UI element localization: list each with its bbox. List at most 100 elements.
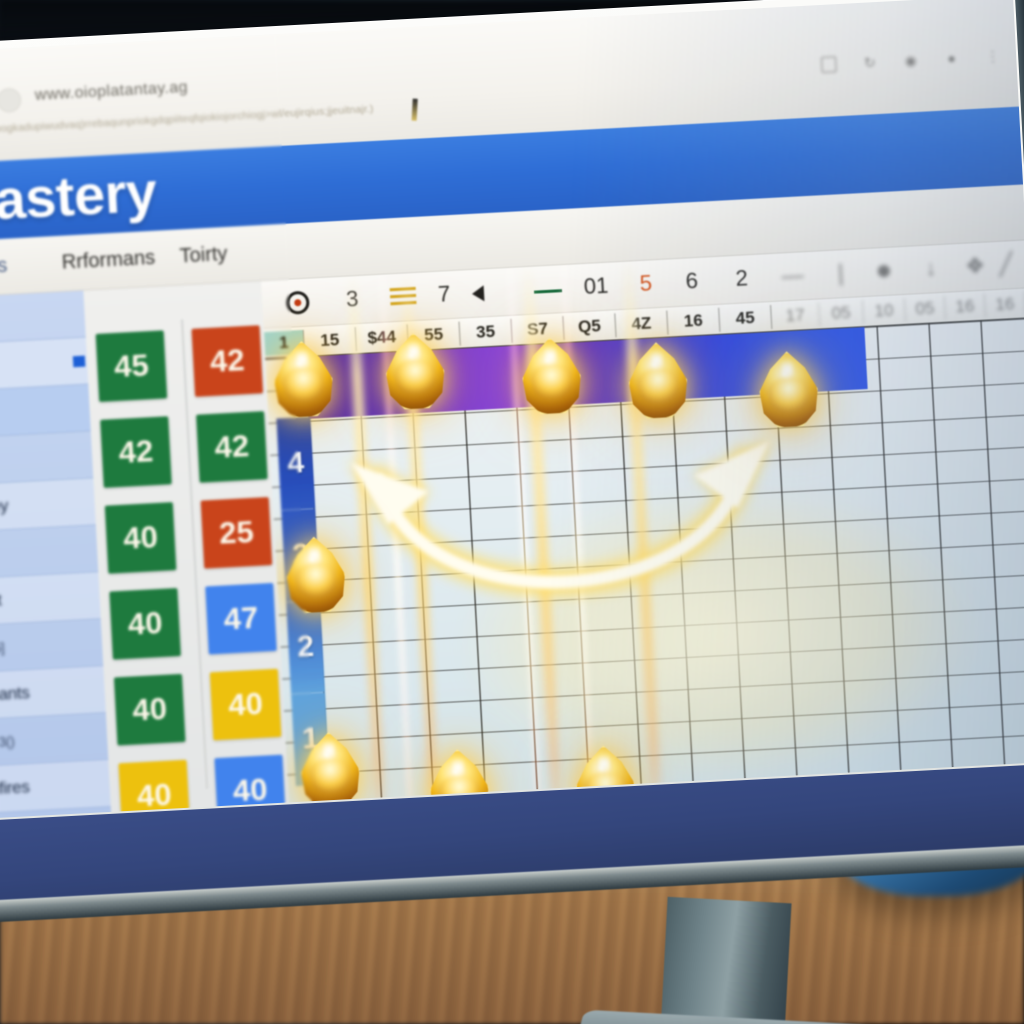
brush-icon[interactable]: ❖: [965, 253, 986, 280]
page-icon[interactable]: [820, 56, 837, 74]
grid-area[interactable]: 4221: [265, 240, 1024, 803]
toolbar-value-7[interactable]: 7: [437, 281, 451, 308]
band-segment: [444, 345, 519, 412]
score-tile-value: 40: [227, 685, 264, 723]
score-tile-value: 40: [231, 771, 269, 809]
dash-icon[interactable]: [533, 289, 563, 294]
golden-droplet-icon: [283, 535, 349, 616]
golden-droplet-icon: [270, 339, 336, 420]
droplet-spark: [597, 749, 612, 778]
tab-rrformans[interactable]: Rrformans: [61, 247, 155, 275]
droplet-spark: [407, 337, 421, 365]
score-tiles-panel: 45 42 40 40 40 40 42 42 25 47 40 40: [83, 281, 289, 819]
sidebar-item-4[interactable]: mants: [0, 666, 106, 720]
golden-droplet-icon: [625, 341, 691, 422]
scene: www.oioplatantay.ag hfpnughwogkadupiwudv…: [0, 0, 1024, 1024]
sidebar-item-3-sub[interactable]: e 5]: [0, 619, 104, 673]
droplet-spark: [307, 541, 322, 569]
monitor: www.oioplatantay.ag hfpnughwogkadupiwudv…: [0, 0, 1024, 923]
sidebar-item-2-sub[interactable]: y): [0, 525, 99, 579]
sidebar-item-4-sub[interactable]: a 3(): [0, 713, 109, 767]
score-tile-value: 42: [209, 342, 246, 379]
score-tile-value: 42: [117, 433, 155, 470]
droplet-spark: [295, 345, 310, 373]
sidebar-item-0[interactable]: ahs: [0, 290, 86, 345]
score-tile-value: 42: [213, 428, 250, 465]
column-header[interactable]: 16: [984, 291, 1024, 318]
column-header[interactable]: 17: [771, 302, 821, 330]
sidebar-item-label: nst: [0, 590, 2, 611]
golden-droplet-icon: [382, 331, 448, 412]
score-tile[interactable]: 42: [191, 325, 264, 397]
golden-droplet-icon: [519, 336, 585, 417]
sidebar-item-sub: e 5]: [0, 639, 5, 656]
score-tile-value: 47: [222, 599, 260, 637]
column-header[interactable]: 4Z: [615, 310, 669, 338]
sidebar-item-2[interactable]: lctey: [0, 478, 96, 532]
refresh-icon[interactable]: ↻: [862, 54, 878, 71]
score-tile[interactable]: 42: [196, 411, 268, 483]
column-header[interactable]: 16: [944, 293, 987, 320]
score-tile[interactable]: 25: [200, 497, 273, 569]
score-tile-value: 45: [113, 347, 150, 385]
toolbar-value-01[interactable]: 01: [583, 273, 609, 300]
score-tile-value: 40: [122, 519, 159, 556]
score-tile[interactable]: 40: [109, 588, 181, 660]
minus-icon[interactable]: —: [781, 262, 804, 289]
pin-icon[interactable]: ❘: [831, 260, 851, 287]
target-icon[interactable]: [285, 290, 310, 315]
score-tile-value: 40: [131, 690, 168, 728]
droplet-spark: [451, 753, 466, 781]
score-tile[interactable]: 45: [95, 330, 168, 402]
column-header[interactable]: 05: [819, 300, 865, 327]
sidebar-item-5[interactable]: nfires: [0, 759, 111, 814]
menu-icon[interactable]: ⋮: [985, 48, 1001, 65]
column-header[interactable]: 35: [459, 318, 513, 346]
toolbar-value-6[interactable]: 6: [685, 268, 699, 295]
text-cursor-icon: [411, 98, 418, 121]
circle-icon[interactable]: ●: [875, 254, 894, 287]
score-tile[interactable]: 40: [209, 668, 282, 741]
pencil-icon[interactable]: ╱: [999, 251, 1014, 278]
golden-droplet-icon: [297, 731, 363, 803]
tab-ntijcers[interactable]: ntijcers: [0, 255, 8, 281]
caret-left-icon[interactable]: [471, 285, 485, 302]
address-bar-url[interactable]: www.oioplatantay.ag: [34, 64, 464, 105]
score-tile[interactable]: 40: [104, 502, 177, 574]
arrow-down-icon[interactable]: ↓: [925, 255, 937, 282]
toolbar-value-2[interactable]: 2: [735, 265, 749, 292]
performance-column: 45 42 40 40 40 40: [95, 330, 191, 819]
droplet-spark: [322, 736, 337, 764]
sidebar-item-label: lctey: [0, 495, 9, 517]
score-tile[interactable]: 47: [205, 582, 277, 655]
droplet-spark: [649, 346, 664, 374]
droplet-spark: [780, 355, 795, 383]
score-tile[interactable]: 42: [100, 416, 172, 488]
row-number[interactable]: 4: [276, 416, 316, 511]
score-tile-value: 40: [136, 776, 173, 814]
page-title: Mastery: [0, 159, 158, 234]
selection-marker: [72, 355, 86, 368]
column-header[interactable]: 16: [667, 307, 721, 335]
tab-toirty[interactable]: Toirty: [179, 243, 228, 269]
camera-icon[interactable]: ◉: [903, 52, 919, 69]
score-tile-value: 40: [126, 604, 164, 642]
score-tile-value: 25: [218, 513, 255, 551]
favicon-icon: [0, 87, 22, 113]
column-header[interactable]: 10: [862, 297, 907, 325]
sidebar-item-label: nfires: [0, 777, 30, 799]
spreadsheet: 3 7 01 5 6 2 — ❘ ● ↓ ❖ ╱ 115$445535S7Q5: [261, 240, 1024, 803]
column-header[interactable]: 05: [904, 295, 947, 322]
sidebar-item-0-sub[interactable]: .): [0, 337, 89, 392]
browser-toolbar-icons[interactable]: ↻ ◉ ● ⋮: [820, 48, 1001, 74]
sidebar-item-1-sub[interactable]: ]: [0, 431, 94, 485]
star-icon[interactable]: ●: [944, 50, 960, 67]
toolbar-value-5[interactable]: 5: [639, 270, 653, 297]
column-header[interactable]: 45: [719, 305, 773, 332]
score-tile[interactable]: 40: [113, 673, 186, 746]
droplet-spark: [543, 342, 558, 370]
sidebar-item-sub: a 3(): [0, 732, 15, 750]
sidebar-item-1[interactable]: sts: [0, 384, 91, 439]
sidebar-item-3[interactable]: nst: [0, 572, 101, 626]
screen: www.oioplatantay.ag hfpnughwogkadupiwudv…: [0, 0, 1024, 819]
